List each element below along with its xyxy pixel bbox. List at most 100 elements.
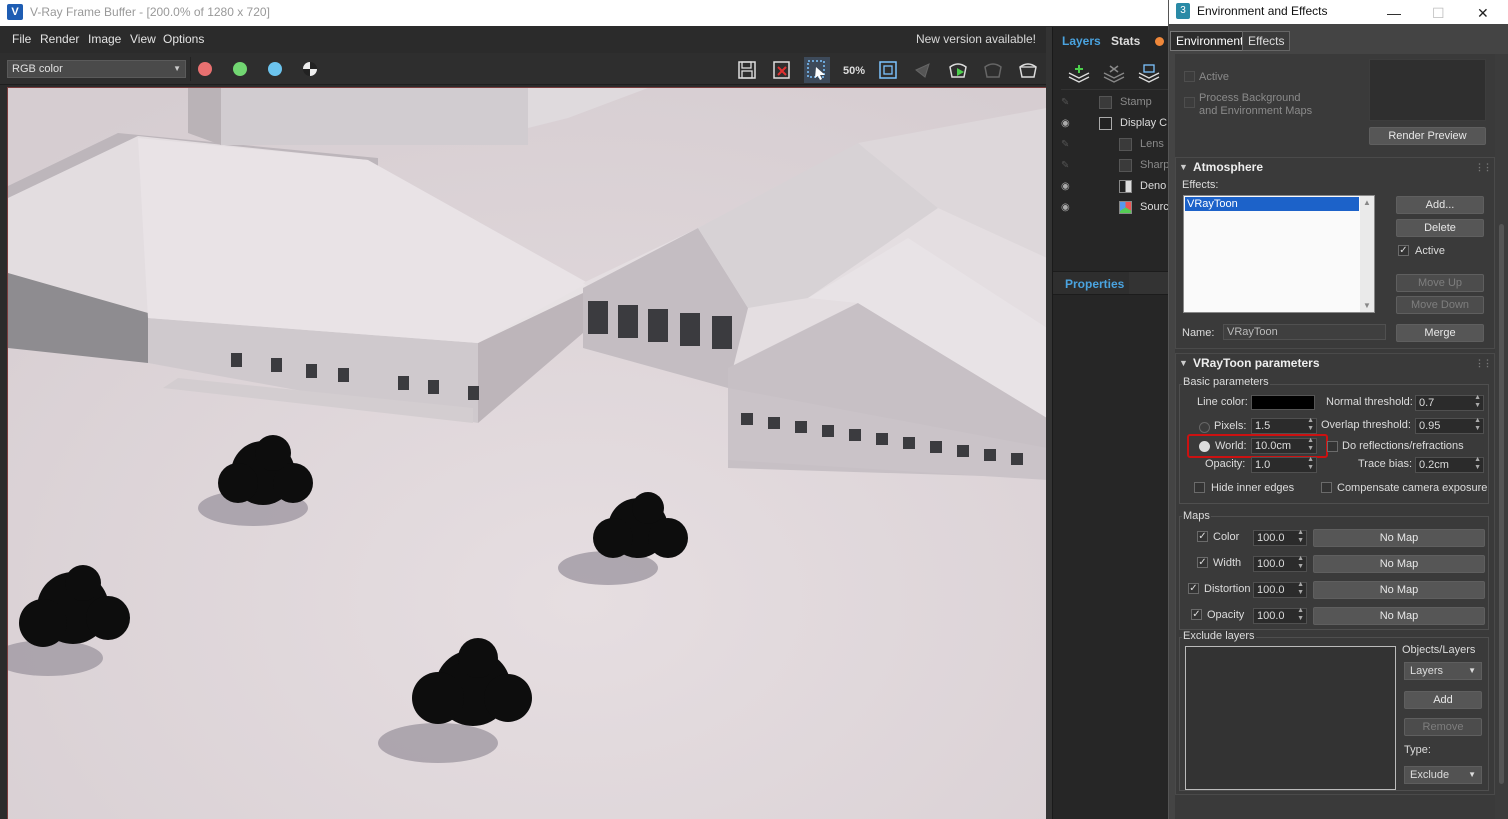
tab-layers[interactable]: Layers <box>1062 34 1101 48</box>
zoom-50-icon[interactable]: 50% <box>840 57 866 83</box>
track-mouse-icon[interactable] <box>910 57 936 83</box>
delete-layer-icon[interactable] <box>1102 63 1126 85</box>
scroll-up-icon[interactable]: ▲ <box>1363 198 1371 207</box>
spinner-arrows-icon[interactable]: ▲ ▼ <box>1474 394 1481 410</box>
layer-row-sharpen[interactable]: ✎ Sharp <box>1061 155 1169 176</box>
menu-view[interactable]: View <box>130 32 156 46</box>
drag-handle-icon[interactable]: ⋮⋮ <box>1475 354 1492 372</box>
tab-environment[interactable]: Environment <box>1170 31 1250 51</box>
vraytoon-header[interactable]: ▼ VRayToon parameters ⋮⋮ <box>1175 354 1495 372</box>
exclude-add-button[interactable]: Add <box>1404 691 1482 709</box>
menu-options[interactable]: Options <box>163 32 204 46</box>
spinner-arrows-icon[interactable]: ▲ ▼ <box>1297 607 1304 623</box>
map-distortion-button[interactable]: No Map <box>1313 581 1485 599</box>
frame-icon[interactable] <box>875 57 901 83</box>
render-preview-button[interactable]: Render Preview <box>1369 127 1486 145</box>
drag-handle-icon[interactable]: ⋮⋮ <box>1475 158 1492 176</box>
effect-active-checkbox[interactable]: ✓ <box>1398 245 1409 256</box>
map-opacity-button[interactable]: No Map <box>1313 607 1485 625</box>
layer-options-icon[interactable] <box>1137 63 1161 85</box>
scrollbar-thumb[interactable] <box>1499 224 1504 784</box>
spinner-arrows-icon[interactable]: ▲ ▼ <box>1474 417 1481 433</box>
normal-threshold-spinner[interactable]: 0.7 ▲ ▼ <box>1415 394 1484 411</box>
trace-bias-spinner[interactable]: 0.2cm ▲ ▼ <box>1415 456 1484 473</box>
move-down-button[interactable]: Move Down <box>1396 296 1484 314</box>
merge-button[interactable]: Merge <box>1396 324 1484 342</box>
map-distortion-checkbox[interactable]: ✓ <box>1188 583 1199 594</box>
delete-effect-button[interactable]: Delete <box>1396 219 1484 237</box>
opacity-spinner[interactable]: 1.0 ▲ ▼ <box>1251 456 1317 473</box>
menu-render[interactable]: Render <box>40 32 79 46</box>
pen-icon[interactable]: ✎ <box>1061 92 1075 113</box>
effects-list-scrollbar[interactable]: ▲ ▼ <box>1360 196 1374 312</box>
blue-channel-button[interactable] <box>268 62 282 76</box>
compensate-exposure-checkbox[interactable] <box>1321 482 1332 493</box>
effect-name-field[interactable]: VRayToon <box>1223 324 1386 340</box>
map-width-checkbox[interactable]: ✓ <box>1197 557 1208 568</box>
exclude-list[interactable] <box>1185 646 1396 790</box>
pen-icon[interactable]: ✎ <box>1061 155 1075 176</box>
spinner-arrows-icon[interactable]: ▲ ▼ <box>1297 581 1304 597</box>
objects-layers-dropdown[interactable]: Layers ▼ <box>1404 662 1482 680</box>
eye-icon[interactable]: ◉ <box>1061 113 1075 134</box>
channel-select[interactable]: RGB color ▼ <box>7 60 186 78</box>
new-version-link[interactable]: New version available! <box>916 32 1036 46</box>
region-select-icon[interactable] <box>804 57 830 83</box>
map-distortion-spinner[interactable]: 100.0 ▲ ▼ <box>1253 581 1307 598</box>
render-teapot-icon[interactable] <box>1015 57 1041 83</box>
hide-inner-edges-checkbox[interactable] <box>1194 482 1205 493</box>
eye-icon[interactable]: ◉ <box>1061 176 1075 197</box>
map-color-checkbox[interactable]: ✓ <box>1197 531 1208 542</box>
effects-list-item[interactable]: VRayToon <box>1185 197 1359 211</box>
clear-image-icon[interactable] <box>769 57 795 83</box>
layer-row-display-correction[interactable]: ◉ Display C <box>1061 113 1169 134</box>
spinner-arrows-icon[interactable]: ▲ ▼ <box>1307 456 1314 472</box>
alpha-channel-button[interactable] <box>303 62 317 76</box>
eye-icon[interactable]: ◉ <box>1061 197 1075 218</box>
type-dropdown[interactable]: Exclude ▼ <box>1404 766 1482 784</box>
scroll-down-icon[interactable]: ▼ <box>1363 301 1371 310</box>
spinner-arrows-icon[interactable]: ▲ ▼ <box>1474 456 1481 472</box>
map-width-spinner[interactable]: 100.0 ▲ ▼ <box>1253 555 1307 572</box>
add-effect-button[interactable]: Add... <box>1396 196 1484 214</box>
spinner-arrows-icon[interactable]: ▲ ▼ <box>1307 437 1314 453</box>
map-opacity-checkbox[interactable]: ✓ <box>1191 609 1202 620</box>
minimize-icon[interactable]: — <box>1387 2 1401 24</box>
move-up-button[interactable]: Move Up <box>1396 274 1484 292</box>
pen-icon[interactable]: ✎ <box>1061 134 1075 155</box>
save-image-icon[interactable] <box>734 57 760 83</box>
map-opacity-spinner[interactable]: 100.0 ▲ ▼ <box>1253 607 1307 624</box>
menu-image[interactable]: Image <box>88 32 121 46</box>
effects-list[interactable]: VRayToon ▲ ▼ <box>1183 195 1375 313</box>
render-interactive-icon[interactable] <box>945 57 971 83</box>
do-reflections-checkbox[interactable] <box>1327 441 1338 452</box>
layer-row-lens[interactable]: ✎ Lens <box>1061 134 1169 155</box>
spinner-arrows-icon[interactable]: ▲ ▼ <box>1297 529 1304 545</box>
layer-row-denoiser[interactable]: ◉ Deno <box>1061 176 1169 197</box>
map-width-button[interactable]: No Map <box>1313 555 1485 573</box>
map-color-spinner[interactable]: 100.0 ▲ ▼ <box>1253 529 1307 546</box>
pixels-spinner[interactable]: 1.5 ▲ ▼ <box>1251 417 1317 434</box>
preview-active-checkbox[interactable] <box>1184 71 1195 82</box>
spinner-arrows-icon[interactable]: ▲ ▼ <box>1307 417 1314 433</box>
close-icon[interactable]: ✕ <box>1477 2 1489 24</box>
menu-file[interactable]: File <box>12 32 31 46</box>
overlap-threshold-spinner[interactable]: 0.95 ▲ ▼ <box>1415 417 1484 434</box>
render-viewport[interactable] <box>7 87 1046 819</box>
maximize-icon[interactable]: ☐ <box>1432 2 1445 24</box>
tab-stats[interactable]: Stats <box>1111 34 1140 48</box>
layer-row-stamp[interactable]: ✎ Stamp <box>1061 92 1169 113</box>
exclude-remove-button[interactable]: Remove <box>1404 718 1482 736</box>
green-channel-button[interactable] <box>233 62 247 76</box>
red-channel-button[interactable] <box>198 62 212 76</box>
add-layer-icon[interactable] <box>1067 63 1091 85</box>
world-radio[interactable] <box>1199 441 1210 452</box>
spinner-arrows-icon[interactable]: ▲ ▼ <box>1297 555 1304 571</box>
process-bg-checkbox[interactable] <box>1184 97 1195 108</box>
stop-render-icon[interactable] <box>980 57 1006 83</box>
world-spinner[interactable]: 10.0cm ▲ ▼ <box>1251 437 1317 454</box>
tab-effects[interactable]: Effects <box>1242 31 1291 51</box>
map-color-button[interactable]: No Map <box>1313 529 1485 547</box>
scrollbar-track[interactable] <box>1495 54 1508 819</box>
layer-row-source[interactable]: ◉ Sourc <box>1061 197 1169 218</box>
